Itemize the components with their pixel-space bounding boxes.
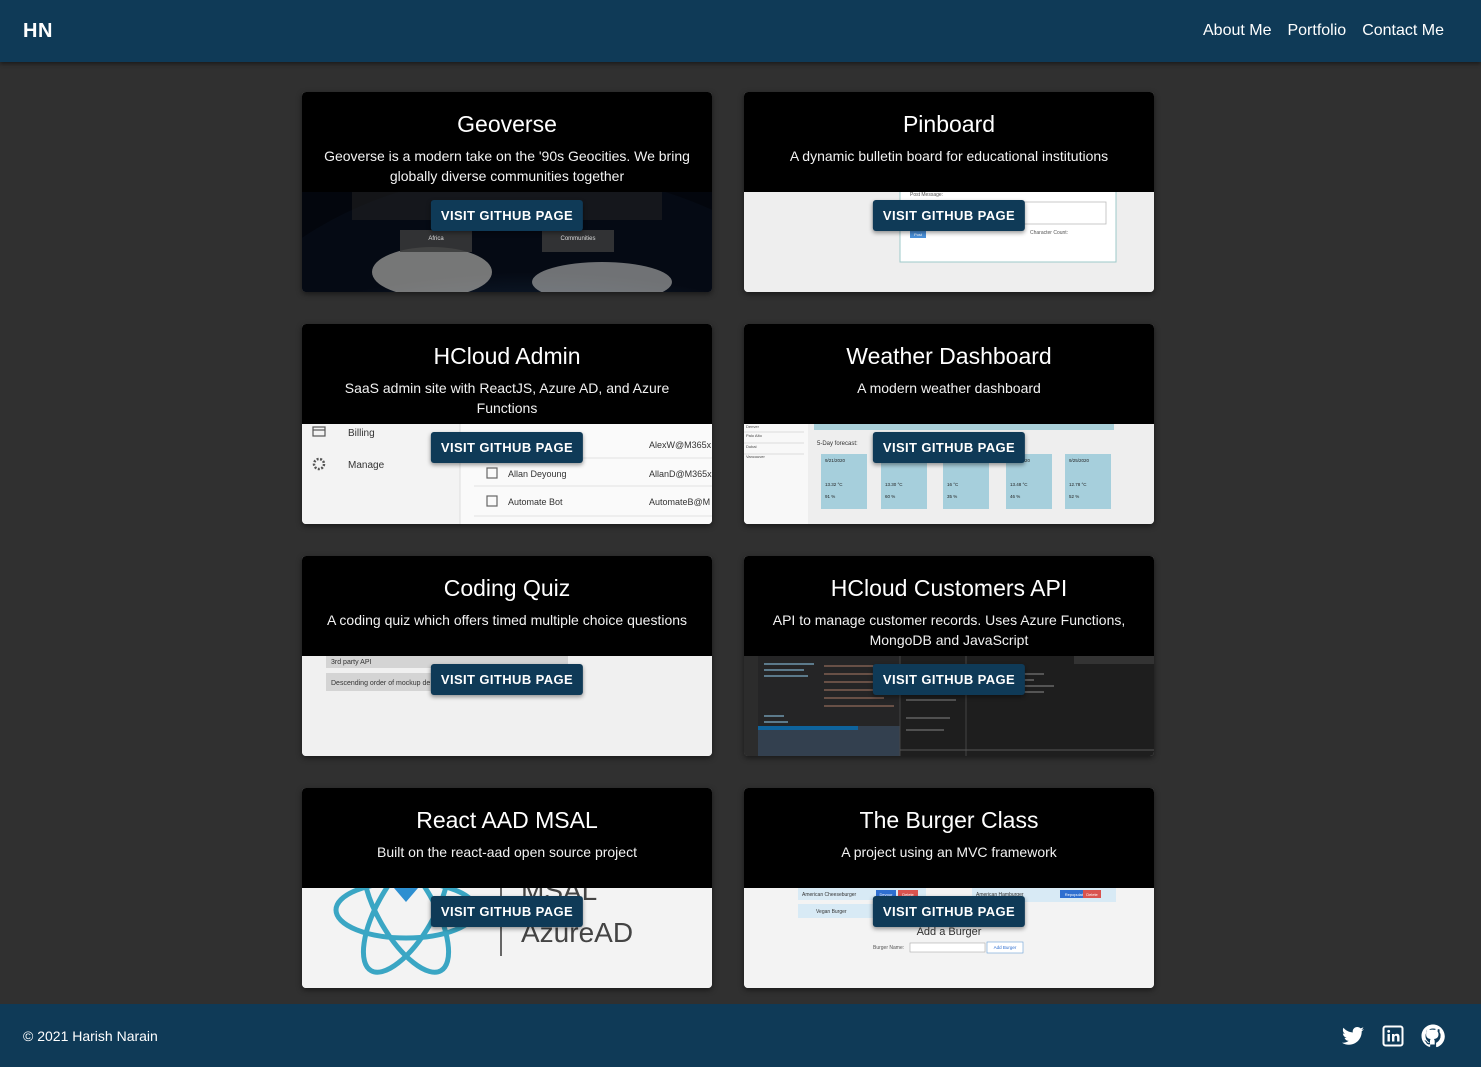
project-card-the-burger-class: The Burger Class A project using an MVC … [744,788,1154,988]
preview-user-row: Allan Deyoung [508,469,567,479]
card-header: HCloud Admin SaaS admin site with ReactJ… [302,324,712,424]
project-card-weather-dashboard: Weather Dashboard A modern weather dashb… [744,324,1154,524]
preview-quiz-option: Descending order of mockup de [331,680,430,687]
preview-temp: 13.48 °C [1010,482,1028,487]
preview-date: 9/21/2020 [825,458,846,463]
preview-add-title: Add a Burger [917,926,982,938]
preview-humidity: 60 % [885,494,895,499]
portfolio-grid: Geoverse Geoverse is a modern take on th… [302,92,1154,988]
preview-forecast-title: 5-Day forecast: [817,441,858,447]
project-card-pinboard: Pinboard A dynamic bulletin board for ed… [744,92,1154,292]
preview-temp: 12.78 °C [1069,482,1087,487]
card-description: A modern weather dashboard [857,380,1041,396]
preview-name-label: Burger Name: [873,945,904,951]
preview-humidity: 52 % [1069,494,1079,499]
project-card-hcloud-customers-api: HCloud Customers API API to manage custo… [744,556,1154,756]
visit-github-button[interactable]: VISIT GITHUB PAGE [872,896,1026,927]
card-header: Weather Dashboard A modern weather dashb… [744,324,1154,424]
visit-github-button[interactable]: VISIT GITHUB PAGE [872,664,1026,695]
preview-city: Vancouver [746,454,765,459]
preview-city: Denver [746,424,760,429]
card-title: The Burger Class [859,807,1039,833]
app-bar: HN About Me Portfolio Contact Me [0,0,1481,62]
preview-nav-billing: Billing [348,428,375,439]
preview-burger-item: American Cheeseburger [802,892,857,898]
nav-about-me[interactable]: About Me [1203,22,1271,40]
brand-logo[interactable]: HN [23,20,53,43]
card-title: HCloud Customers API [830,575,1068,601]
preview-email: AllanD@M365x [649,469,712,479]
preview-delete-button: Delete [1086,892,1098,897]
project-card-react-aad-msal: React AAD MSAL Built on the react-aad op… [302,788,712,988]
project-card-hcloud-admin: HCloud Admin SaaS admin site with ReactJ… [302,324,712,524]
nav-portfolio[interactable]: Portfolio [1287,22,1346,40]
project-card-coding-quiz: Coding Quiz A coding quiz which offers t… [302,556,712,756]
preview-quiz-option: 3rd party API [331,659,372,666]
preview-add-button: Add Burger [994,945,1017,950]
card-header: Pinboard A dynamic bulletin board for ed… [744,92,1154,192]
card-title: Coding Quiz [443,575,571,601]
nav-contact-me[interactable]: Contact Me [1362,22,1444,40]
preview-post-label: Post Message: [910,192,943,198]
preview-humidity: 46 % [1010,494,1020,499]
preview-date: 9/25/2020 [1069,458,1090,463]
card-header: Geoverse Geoverse is a modern take on th… [302,92,712,192]
preview-temp: 13.30 °C [885,482,903,487]
preview-repopulate-button: Repopulate [1065,892,1086,897]
card-header: HCloud Customers API API to manage custo… [744,556,1154,656]
preview-tab-africa: Africa [428,236,444,242]
card-description: A project using an MVC framework [841,844,1057,860]
preview-post-button: Post [914,232,923,237]
card-header: Coding Quiz A coding quiz which offers t… [302,556,712,656]
preview-nav-manage: Manage [348,460,385,471]
github-icon[interactable] [1421,1024,1445,1048]
twitter-icon[interactable] [1341,1024,1365,1048]
card-description: SaaS admin site with ReactJS, Azure AD, … [344,380,670,416]
card-description: A dynamic bulletin board for educational… [789,148,1109,164]
visit-github-button[interactable]: VISIT GITHUB PAGE [872,200,1026,231]
card-description: API to manage customer records. Uses Azu… [772,612,1126,648]
preview-temp: 16 °C [947,482,959,487]
footer: © 2021 Harish Narain [0,1004,1481,1067]
social-links [1341,1024,1445,1048]
card-description: A coding quiz which offers timed multipl… [326,612,688,628]
preview-user-row: Automate Bot [508,497,563,507]
preview-city: Dubai [746,444,757,449]
project-card-geoverse: Geoverse Geoverse is a modern take on th… [302,92,712,292]
visit-github-button[interactable]: VISIT GITHUB PAGE [430,432,584,463]
card-title: Pinboard [902,111,996,137]
preview-burger-item: Vegan Burger [816,909,847,915]
card-title: Geoverse [457,111,557,137]
card-title: Weather Dashboard [846,343,1052,369]
preview-tab-communities: Communities [560,236,595,242]
preview-email: AlexW@M365x [649,440,712,450]
card-title: React AAD MSAL [416,807,598,833]
card-description: Built on the react-aad open source proje… [377,844,637,860]
preview-humidity: 91 % [825,494,835,499]
preview-city: Palo Alto [746,433,763,438]
visit-github-button[interactable]: VISIT GITHUB PAGE [430,664,584,695]
card-description: Geoverse is a modern take on the '90s Ge… [324,148,690,184]
preview-humidity: 35 % [947,494,957,499]
preview-count-label: Character Count: [1030,230,1068,236]
preview-email: AutomateB@M [649,497,710,507]
visit-github-button[interactable]: VISIT GITHUB PAGE [430,200,584,231]
linkedin-icon[interactable] [1381,1024,1405,1048]
card-header: The Burger Class A project using an MVC … [744,788,1154,888]
visit-github-button[interactable]: VISIT GITHUB PAGE [872,432,1026,463]
visit-github-button[interactable]: VISIT GITHUB PAGE [430,896,584,927]
main-nav: About Me Portfolio Contact Me [1203,22,1444,40]
preview-temp: 13.32 °C [825,482,843,487]
copyright-text: © 2021 Harish Narain [23,1027,158,1044]
card-title: HCloud Admin [433,343,581,369]
card-header: React AAD MSAL Built on the react-aad op… [302,788,712,888]
